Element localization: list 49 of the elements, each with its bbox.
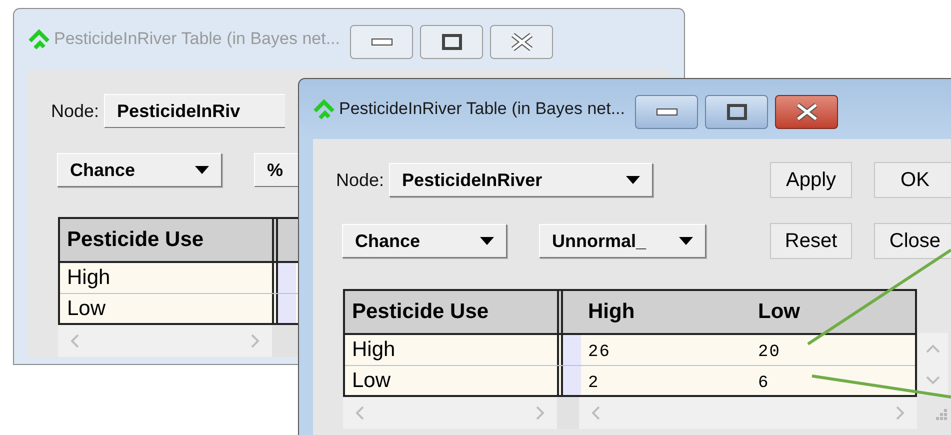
close-button[interactable]: [775, 95, 838, 129]
node-label: Node:: [336, 170, 384, 190]
row-gutter: [278, 263, 296, 293]
vertical-scrollbar[interactable]: [918, 333, 948, 395]
node-label: Node:: [51, 100, 100, 122]
row-gutter: [278, 294, 296, 323]
dropdown[interactable]: Chance: [342, 224, 507, 258]
dropdown[interactable]: Unnormal_: [539, 224, 706, 258]
table-cell: 2: [588, 374, 600, 392]
maximize-icon: [726, 104, 746, 120]
scroll-right-icon: [250, 334, 260, 348]
app-icon: [28, 28, 50, 50]
caret-icon: [480, 237, 494, 245]
scroll-right-icon: [895, 406, 905, 420]
window-title: PesticideInRiver Table (in Bayes net...: [54, 29, 340, 49]
window-title: PesticideInRiver Table (in Bayes net...: [339, 99, 625, 119]
table-cell: 6: [758, 374, 770, 392]
push-button[interactable]: Apply: [770, 162, 852, 198]
resize-grip-icon: [933, 407, 947, 421]
push-button[interactable]: OK: [874, 162, 951, 198]
minimize-button[interactable]: [635, 95, 698, 129]
dropdown[interactable]: PesticideInRiver: [389, 163, 654, 197]
scroll-left-icon: [591, 406, 601, 420]
caret-icon: [679, 237, 693, 245]
row-gutter: [563, 335, 581, 365]
column-header: High: [588, 300, 636, 324]
scroll-down-icon: [926, 374, 940, 384]
table-cell: 20: [758, 343, 780, 362]
horizontal-scrollbar[interactable]: [579, 397, 917, 429]
scroll-left-icon: [70, 334, 80, 348]
close-icon: [794, 103, 818, 121]
table-cell: 26: [588, 343, 610, 362]
minimize-icon: [370, 38, 392, 46]
minimize-icon: [656, 108, 678, 116]
maximize-icon: [442, 34, 462, 50]
scroll-left-icon: [355, 406, 365, 420]
horizontal-scrollbar[interactable]: [58, 325, 272, 357]
push-button[interactable]: Close: [874, 223, 951, 259]
app-icon: [313, 98, 335, 120]
maximize-button[interactable]: [705, 95, 768, 129]
scroll-right-icon: [535, 406, 545, 420]
horizontal-scrollbar[interactable]: [343, 397, 557, 429]
scroll-up-icon: [926, 344, 940, 354]
push-button[interactable]: Reset: [770, 223, 852, 259]
caret-icon: [626, 176, 640, 184]
column-header: Low: [758, 300, 801, 324]
caret-icon: [195, 166, 209, 174]
row-gutter: [563, 366, 581, 395]
close-icon: [510, 33, 534, 51]
